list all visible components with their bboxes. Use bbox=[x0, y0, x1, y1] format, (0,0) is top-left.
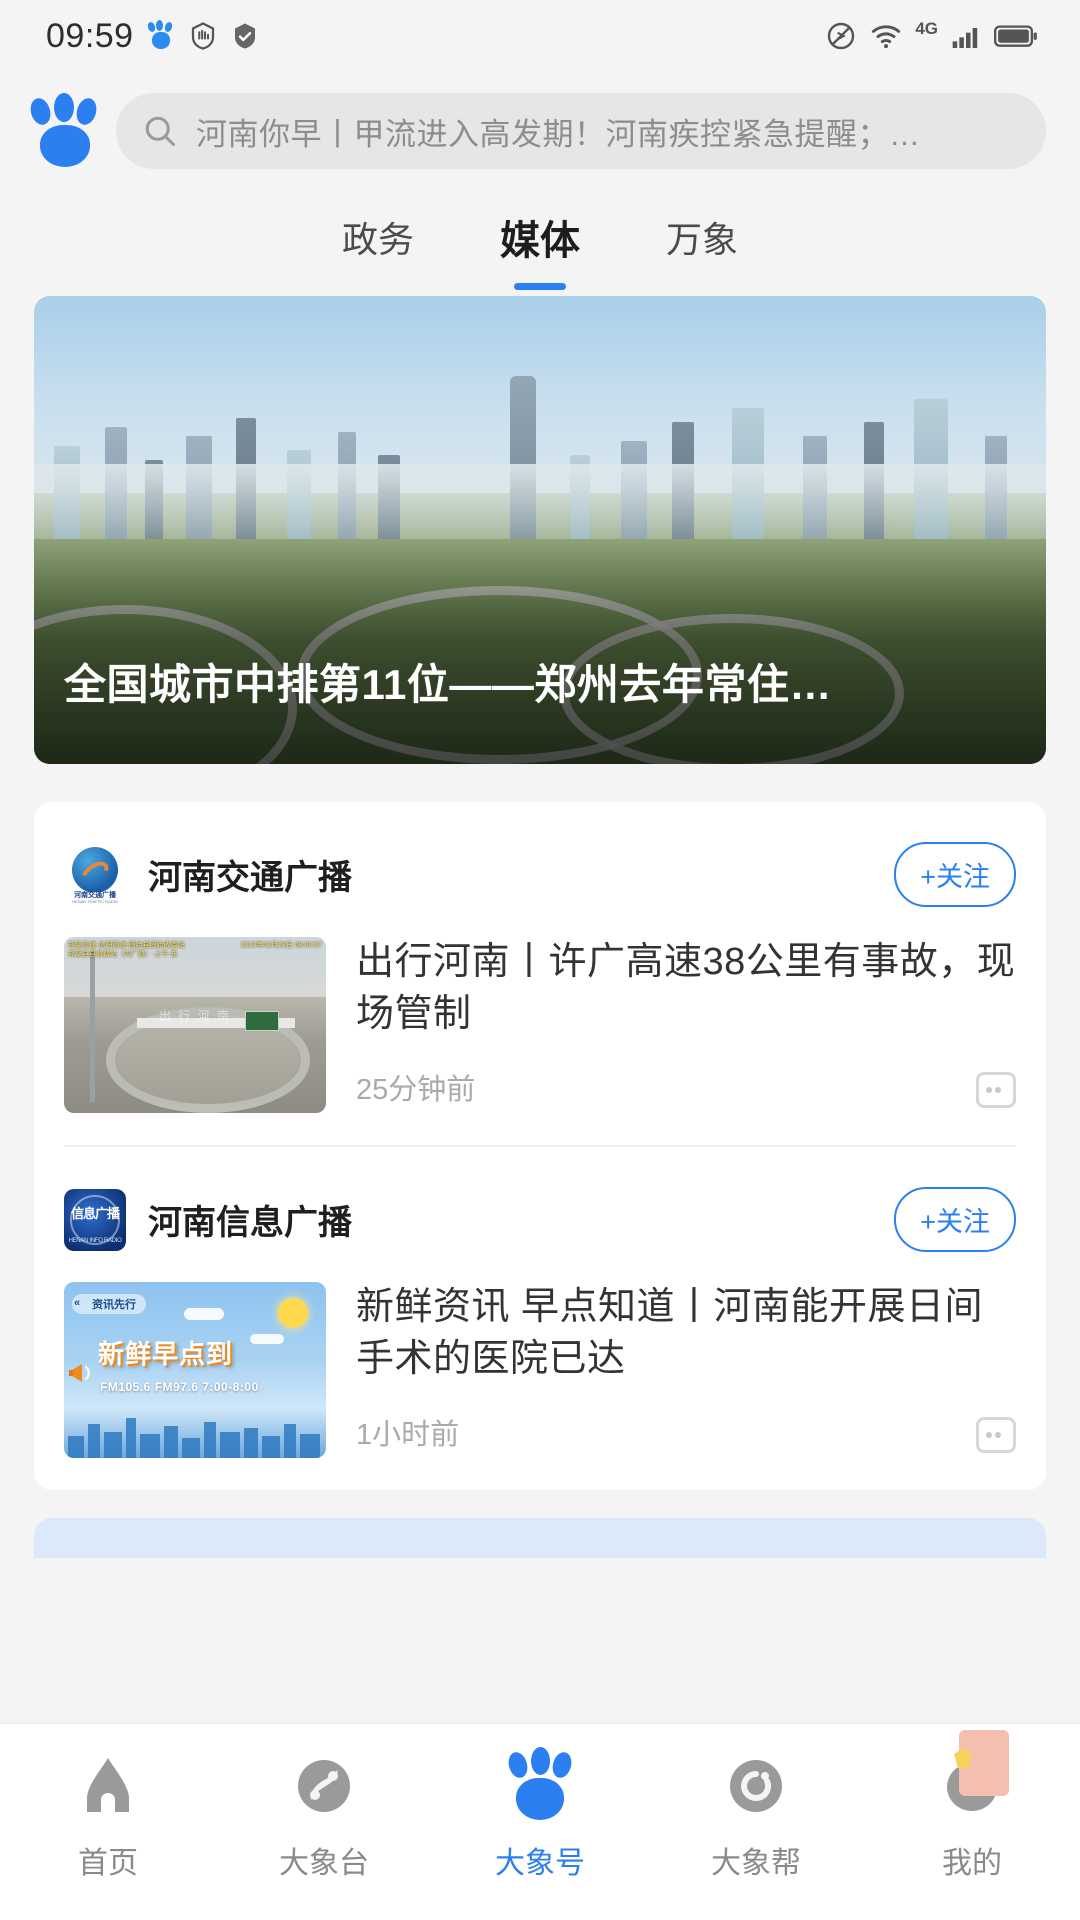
tab-active-indicator bbox=[514, 283, 566, 290]
news-body: 资讯先行 « 新鲜早点到 FM105.6 FM97.6 7:00-8:00 新鲜… bbox=[64, 1282, 1016, 1458]
next-card-peek bbox=[34, 1518, 1046, 1558]
home-icon bbox=[69, 1746, 147, 1824]
follow-button[interactable]: +关注 bbox=[894, 842, 1016, 907]
follow-button[interactable]: +关注 bbox=[894, 1187, 1016, 1252]
search-input[interactable]: 河南你早丨甲流进入高发期！河南疾控紧急提醒；… bbox=[196, 109, 1020, 154]
henan-traffic-radio-logo: 河南交通广播 HENAN TRAFFIC RADIO bbox=[64, 843, 126, 906]
feed-scroll-area: 全国城市中排第11位——郑州去年常住… 河南交通广播 HENAN TRAFFIC … bbox=[0, 296, 1080, 1490]
hero-title: 全国城市中排第11位——郑州去年常住… bbox=[34, 541, 1046, 764]
status-bar-left: 09:59 bbox=[46, 17, 260, 56]
tab-label: 媒体 bbox=[500, 219, 580, 263]
nav-label: 大象号 bbox=[495, 1847, 585, 1880]
nav-item-daxiangbang[interactable]: 大象帮 bbox=[648, 1746, 864, 1882]
tab-meiti[interactable]: 媒体 bbox=[500, 208, 580, 290]
battery-icon bbox=[994, 20, 1038, 52]
nav-item-home[interactable]: 首页 bbox=[0, 1746, 216, 1882]
news-thumbnail[interactable]: 资讯先行 « 新鲜早点到 FM105.6 FM97.6 7:00-8:00 bbox=[64, 1282, 326, 1458]
tab-zhengwu[interactable]: 政务 bbox=[342, 211, 414, 269]
news-body: 郑栾高速-信阳高速-固始县固始收费站 2023年02月28日 08:08:57 郑… bbox=[64, 937, 1016, 1113]
news-source-name[interactable]: 河南信息广播 bbox=[148, 1195, 872, 1244]
status-bar-right: 4G bbox=[825, 20, 1038, 52]
news-title[interactable]: 新鲜资讯 早点知道丨河南能开展日间手术的医院已达 bbox=[356, 1282, 1016, 1385]
thumb-osd-line2: 郑栾县县收费站（内厂路）-上午-东 bbox=[68, 951, 178, 958]
dnd-icon bbox=[825, 20, 857, 52]
feed-card: 河南交通广播 HENAN TRAFFIC RADIO 河南交通广播 +关注 郑栾高… bbox=[34, 802, 1046, 1490]
thumb-frequency: FM105.6 FM97.6 7:00-8:00 bbox=[100, 1380, 259, 1394]
search-bar[interactable]: 河南你早丨甲流进入高发期！河南疾控紧急提醒；… bbox=[116, 93, 1046, 169]
news-title[interactable]: 出行河南丨许广高速38公里有事故，现场管制 bbox=[356, 937, 1016, 1040]
search-icon bbox=[142, 113, 178, 149]
paw-logo-icon[interactable] bbox=[27, 92, 102, 170]
news-source-row: 信息广播 HENAN INFO RADIO 河南信息广播 +关注 bbox=[64, 1187, 1016, 1252]
profile-icon bbox=[933, 1730, 1011, 1824]
nav-label: 大象帮 bbox=[711, 1847, 801, 1880]
hero-banner-card[interactable]: 全国城市中排第11位——郑州去年常住… bbox=[34, 296, 1046, 764]
news-text-block: 新鲜资讯 早点知道丨河南能开展日间手术的医院已达 1小时前 bbox=[356, 1282, 1016, 1458]
help-circle-icon bbox=[717, 1746, 795, 1824]
signal-bars-icon bbox=[950, 20, 982, 52]
network-4g-icon: 4G bbox=[915, 18, 938, 38]
nav-item-daxiangtai[interactable]: 大象台 bbox=[216, 1746, 432, 1882]
status-bar: 09:59 4G bbox=[0, 0, 1080, 72]
news-item[interactable]: 河南交通广播 HENAN TRAFFIC RADIO 河南交通广播 +关注 郑栾高… bbox=[64, 802, 1016, 1145]
news-text-block: 出行河南丨许广高速38公里有事故，现场管制 25分钟前 bbox=[356, 937, 1016, 1113]
thumb-watermark: 出 行 河 南 bbox=[158, 1009, 231, 1024]
nav-item-daxianghao[interactable]: 大象号 bbox=[432, 1746, 648, 1882]
red-envelope-badge[interactable] bbox=[954, 1730, 1009, 1796]
news-source-row: 河南交通广播 HENAN TRAFFIC RADIO 河南交通广播 +关注 bbox=[64, 842, 1016, 907]
comment-icon[interactable] bbox=[976, 1417, 1016, 1454]
app-header: 河南你早丨甲流进入高发期！河南疾控紧急提醒；… bbox=[0, 72, 1080, 190]
news-meta: 25分钟前 bbox=[356, 1066, 1016, 1109]
hand-block-icon bbox=[188, 20, 218, 52]
thumb-title: 新鲜早点到 bbox=[98, 1339, 234, 1369]
category-tabs: 政务 媒体 万象 bbox=[0, 190, 1080, 290]
nav-item-mine[interactable]: 我的 bbox=[864, 1730, 1080, 1882]
news-thumbnail[interactable]: 郑栾高速-信阳高速-固始县固始收费站 2023年02月28日 08:08:57 郑… bbox=[64, 937, 326, 1113]
news-source-name[interactable]: 河南交通广播 bbox=[148, 850, 872, 899]
news-item[interactable]: 信息广播 HENAN INFO RADIO 河南信息广播 +关注 资讯先行 « bbox=[64, 1145, 1016, 1490]
status-time: 09:59 bbox=[46, 16, 134, 55]
wifi-icon bbox=[869, 20, 903, 52]
tab-wanxiang[interactable]: 万象 bbox=[666, 211, 738, 269]
hero-haze bbox=[34, 464, 1046, 540]
thumb-band-label: 资讯先行 bbox=[72, 1294, 146, 1314]
nav-label: 大象台 bbox=[279, 1847, 369, 1880]
nav-label: 我的 bbox=[942, 1847, 1002, 1880]
news-meta: 1小时前 bbox=[356, 1411, 1016, 1454]
nav-label: 首页 bbox=[78, 1847, 138, 1880]
comment-icon[interactable] bbox=[976, 1072, 1016, 1109]
paw-icon bbox=[501, 1746, 579, 1824]
paw-app-icon bbox=[146, 20, 176, 52]
broadcast-icon bbox=[285, 1746, 363, 1824]
shield-check-icon bbox=[230, 20, 260, 52]
thumb-osd-right: 2023年02月28日 08:08:57 bbox=[240, 942, 322, 949]
henan-info-radio-logo: 信息广播 HENAN INFO RADIO bbox=[64, 1188, 126, 1251]
bottom-navigation: 首页 大象台 大象号 大象帮 我的 bbox=[0, 1724, 1080, 1920]
news-timestamp: 1小时前 bbox=[356, 1419, 460, 1452]
tab-label: 政务 bbox=[341, 219, 414, 260]
app-screen: 09:59 4G 河南你早丨甲流进入高发期！河南疾控紧急提醒；… 政务 媒体 万… bbox=[0, 0, 1080, 1920]
news-timestamp: 25分钟前 bbox=[356, 1074, 476, 1107]
tab-label: 万象 bbox=[666, 219, 739, 260]
